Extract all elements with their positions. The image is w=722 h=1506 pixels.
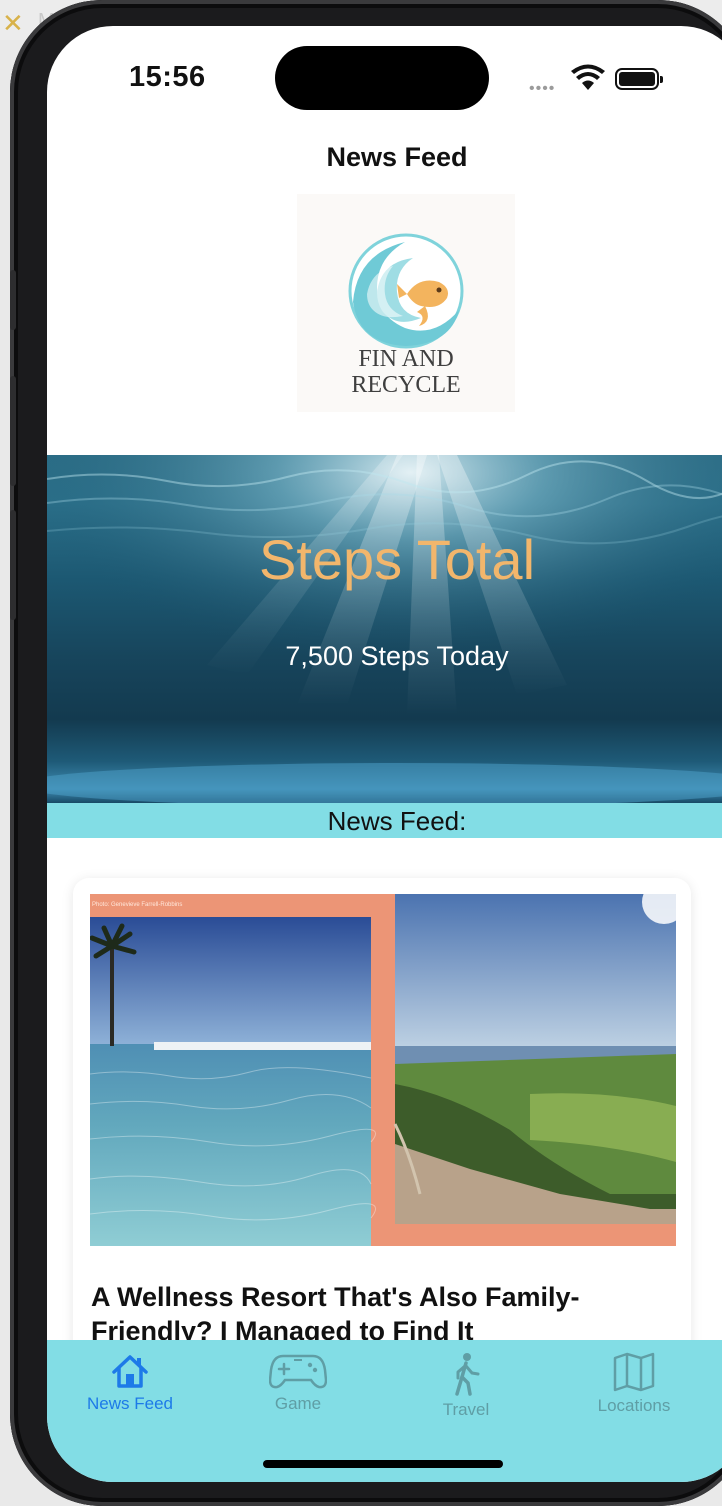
close-window-icon: ✕ xyxy=(2,8,24,38)
tab-label: News Feed xyxy=(87,1394,173,1413)
tab-label: Locations xyxy=(597,1396,671,1415)
steps-hero-banner: Steps Total 7,500 Steps Today xyxy=(47,455,722,803)
home-indicator[interactable] xyxy=(263,1460,503,1468)
underwater-background xyxy=(47,455,722,803)
logo-text-line2: RECYCLE xyxy=(351,372,461,398)
steps-today-count: 7,500 Steps Today xyxy=(285,641,509,671)
figure-walk-icon xyxy=(455,1353,480,1396)
gamecontroller-icon xyxy=(269,1354,327,1389)
tab-locations[interactable]: Locations xyxy=(559,1352,709,1416)
wave-fish-logo-icon xyxy=(348,233,464,349)
article-title[interactable]: A Wellness Resort That's Also Family-Fri… xyxy=(91,1280,651,1348)
tab-bar: News Feed Game Travel Locations xyxy=(47,1340,722,1482)
phone-frame: 15:56 •••• News Feed FIN AND RECYCLE Ste… xyxy=(10,0,722,1506)
status-bar: 15:56 •••• xyxy=(47,26,722,126)
steps-total-title: Steps Total xyxy=(258,528,536,591)
app-logo: FIN AND RECYCLE xyxy=(297,194,515,412)
resort-photo-collage xyxy=(90,894,676,1246)
map-icon xyxy=(613,1352,655,1392)
action-button xyxy=(10,270,16,330)
battery-icon xyxy=(615,68,663,90)
page-title: News Feed xyxy=(326,142,468,172)
wifi-icon xyxy=(571,64,605,90)
tab-label: Travel xyxy=(442,1400,490,1419)
photo-credit: Photo: Genevieve Farrell-Robbins xyxy=(92,902,183,908)
tab-game[interactable]: Game xyxy=(223,1352,373,1414)
tab-label: Game xyxy=(274,1394,322,1413)
cellular-signal-icon: •••• xyxy=(529,80,556,97)
dynamic-island xyxy=(275,46,489,110)
logo-text-line1: FIN AND xyxy=(358,346,454,372)
house-icon xyxy=(112,1355,148,1388)
news-feed-section-header: News Feed: xyxy=(47,803,722,838)
volume-down-button xyxy=(10,510,16,620)
phone-screen: 15:56 •••• News Feed FIN AND RECYCLE Ste… xyxy=(47,26,722,1482)
status-time: 15:56 xyxy=(129,61,206,93)
volume-up-button xyxy=(10,376,16,486)
tab-travel[interactable]: Travel xyxy=(391,1352,541,1420)
article-image: Photo: Genevieve Farrell-Robbins xyxy=(90,894,676,1246)
tab-news-feed[interactable]: News Feed xyxy=(55,1352,205,1414)
